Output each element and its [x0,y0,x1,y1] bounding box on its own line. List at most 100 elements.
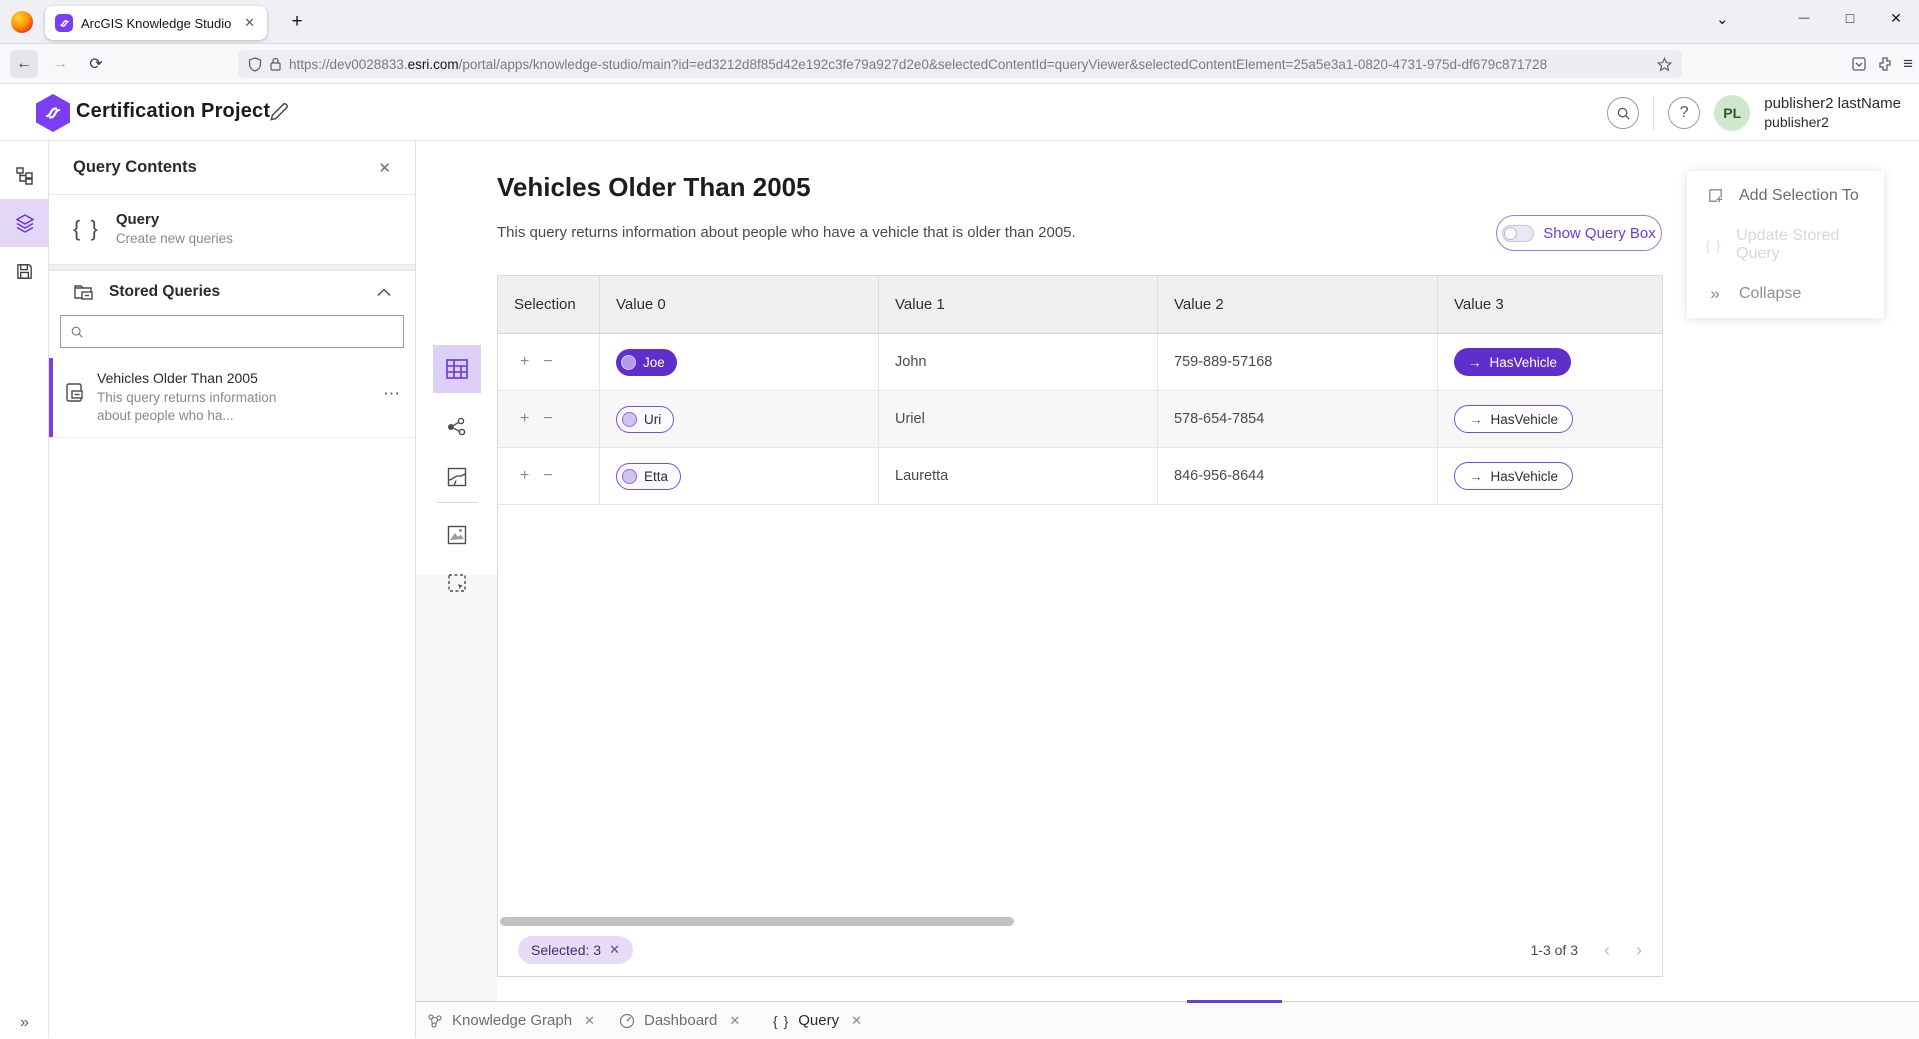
braces-icon: { } [1705,237,1722,253]
tab-close-icon[interactable]: ✕ [584,1013,595,1029]
toggle-label: Show Query Box [1543,225,1656,242]
dashboard-icon [619,1013,635,1029]
entity-pill[interactable]: Etta [616,463,681,490]
bookmark-star-icon[interactable] [1657,57,1672,72]
prev-page-icon[interactable]: ‹ [1604,940,1610,961]
save-icon[interactable] [0,247,49,295]
stored-query-item[interactable]: Vehicles Older Than 2005 This query retu… [49,358,415,438]
tab-close-icon[interactable]: ✕ [242,15,257,31]
menu-item-collapse[interactable]: » Collapse [1687,269,1884,318]
select-tool-icon[interactable] [433,559,481,607]
scene-view-icon[interactable] [433,511,481,559]
url-bar[interactable]: https://dev0028833.esri.com/portal/apps/… [238,50,1682,78]
stored-queries-search[interactable] [60,315,404,348]
table-row[interactable]: +− Etta Lauretta 846-956-8644 →HasVehicl… [498,448,1662,505]
search-input[interactable] [92,324,394,340]
stored-queries-header[interactable]: Stored Queries [49,271,415,311]
window-maximize-button[interactable]: □ [1827,0,1873,36]
tab-query[interactable]: { } Query ✕ [773,1002,862,1039]
add-to-selection-icon[interactable]: + [520,353,529,371]
table-row[interactable]: +− Uri Uriel 578-654-7854 →HasVehicle [498,391,1662,448]
page-description: This query returns information about peo… [497,224,1076,241]
window-close-button[interactable]: ✕ [1873,0,1919,36]
pocket-save-icon[interactable] [1851,56,1867,72]
tab-close-icon[interactable]: ✕ [729,1013,740,1029]
page-title: Vehicles Older Than 2005 [497,172,811,203]
tab-knowledge-graph[interactable]: Knowledge Graph ✕ [427,1002,595,1039]
help-button[interactable]: ? [1668,97,1700,129]
table-view-icon[interactable] [433,345,481,393]
knowledge-studio-logo [36,94,70,132]
panel-close-icon[interactable]: ✕ [378,159,391,177]
search-button[interactable] [1607,97,1639,129]
entity-pill[interactable]: Uri [616,406,674,433]
toggle-switch[interactable] [1502,225,1534,242]
menu-item-add-selection-to[interactable]: Add Selection To [1687,171,1884,220]
selected-indicator-bar [49,358,53,437]
tab-list-dropdown-icon[interactable]: ⌄ [1716,10,1729,28]
shield-icon[interactable] [248,57,262,72]
arrow-right-icon: → [1469,469,1483,484]
back-button[interactable]: ← [10,50,38,78]
item-options-kebab-icon[interactable]: ⋯ [383,384,401,404]
user-name: publisher2 lastName publisher2 [1764,95,1901,131]
show-query-box-toggle[interactable]: Show Query Box [1496,215,1662,251]
relationship-pill[interactable]: →HasVehicle [1454,348,1571,376]
section-divider [49,264,415,271]
arrow-right-icon: → [1469,412,1483,427]
cell-value: 759-889-57168 [1158,334,1438,390]
remove-from-selection-icon[interactable]: − [543,353,552,371]
active-tab-underline [1187,1000,1282,1003]
layers-icon[interactable] [0,199,49,247]
forward-button[interactable]: → [46,50,74,78]
add-to-selection-icon[interactable]: + [520,410,529,428]
collapse-icon: » [1705,284,1725,304]
reload-button[interactable]: ⟳ [82,50,110,78]
new-tab-button[interactable]: + [283,8,311,36]
add-to-selection-icon[interactable]: + [520,467,529,485]
next-page-icon[interactable]: › [1636,940,1642,961]
entity-dot-icon [621,355,636,370]
hamburger-menu-icon[interactable]: ≡ [1903,54,1913,74]
relationship-pill[interactable]: →HasVehicle [1454,462,1573,490]
data-model-icon[interactable] [0,151,49,199]
table-row[interactable]: +− Joe John 759-889-57168 →HasVehicle [498,334,1662,391]
browser-nav-bar: ← → ⟳ https://dev0028833.esri.com/portal… [0,44,1919,84]
menu-item-update-stored-query[interactable]: { } Update Stored Query [1687,220,1884,269]
window-minimize-button[interactable]: — [1781,0,1827,36]
query-create-item[interactable]: { } Query Create new queries [49,195,415,264]
extensions-icon[interactable] [1877,56,1893,72]
braces-icon: { } [73,216,100,242]
remove-from-selection-icon[interactable]: − [543,410,552,428]
expand-rail-icon[interactable]: » [0,1014,49,1032]
entity-dot-icon [622,469,637,484]
firefox-icon[interactable] [11,11,33,33]
column-header: Value 3 [1438,276,1662,333]
cell-value: John [879,334,1158,390]
add-selection-icon [1705,187,1725,204]
link-chart-view-icon[interactable] [433,403,481,451]
tool-rail-divider [436,502,478,503]
selected-count-chip[interactable]: Selected: 3 ✕ [518,936,633,964]
cell-value: 578-654-7854 [1158,391,1438,447]
cell-value: Uriel [879,391,1158,447]
edit-title-pencil-icon[interactable] [268,101,292,125]
cell-value: Lauretta [879,448,1158,504]
relationship-pill[interactable]: →HasVehicle [1454,405,1573,433]
map-view-icon[interactable] [433,453,481,501]
query-item-title: Query [116,211,233,228]
user-avatar[interactable]: PL [1714,95,1750,131]
browser-tab-strip: ArcGIS Knowledge Studio ✕ + ⌄ — □ ✕ [0,0,1919,44]
remove-from-selection-icon[interactable]: − [543,467,552,485]
app-header: Certification Project ? PL publisher2 la… [0,85,1919,141]
browser-tab[interactable]: ArcGIS Knowledge Studio ✕ [45,6,267,40]
lock-icon[interactable] [270,57,281,71]
header-divider [1653,96,1654,130]
tab-close-icon[interactable]: ✕ [851,1013,862,1029]
entity-pill[interactable]: Joe [616,349,677,376]
tab-dashboard[interactable]: Dashboard ✕ [619,1002,740,1039]
knowledge-graph-icon [427,1013,443,1029]
collapse-section-chevron-icon[interactable] [377,288,391,297]
clear-selection-icon[interactable]: ✕ [609,942,620,958]
stored-query-doc-icon [65,382,85,425]
